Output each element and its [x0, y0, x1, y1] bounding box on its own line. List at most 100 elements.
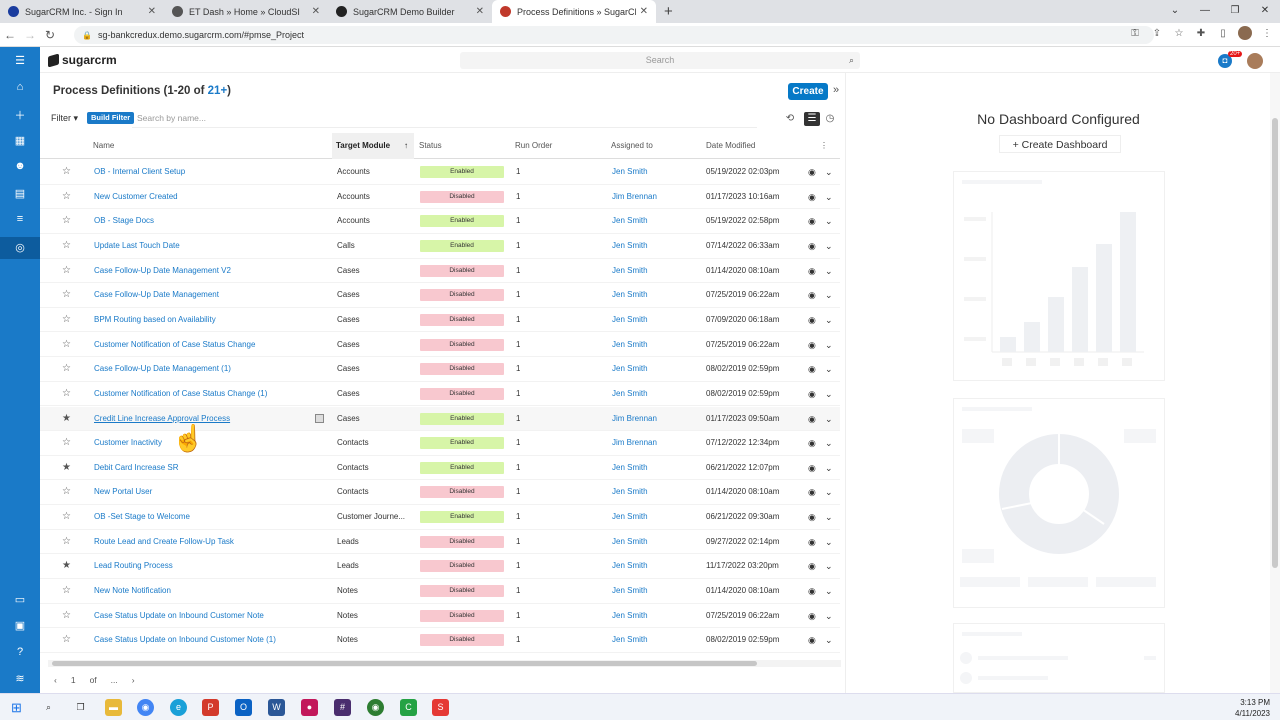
system-clock[interactable]: 3:13 PM 4/11/2023 — [1235, 697, 1270, 719]
assigned-user-link[interactable]: Jen Smith — [612, 554, 648, 578]
create-dashboard-button[interactable]: + Create Dashboard — [999, 135, 1121, 153]
preview-eye-icon[interactable]: ◉ — [808, 283, 816, 307]
page-number[interactable]: 1 — [71, 675, 76, 685]
table-row[interactable]: ☆ Case Follow-Up Date Management V2 Cases D… — [40, 259, 840, 284]
row-actions-chevron-icon[interactable]: ⌄ — [825, 407, 833, 431]
column-header-assigned-to[interactable]: Assigned to — [607, 133, 701, 159]
page-vertical-scrollbar[interactable] — [1270, 73, 1280, 693]
restore-button[interactable]: ❐ — [1220, 0, 1250, 22]
preview-eye-icon[interactable]: ◉ — [808, 308, 816, 332]
url-field[interactable]: 🔒 sg-bankcredux.demo.sugarcrm.com/#pmse_… — [74, 26, 1154, 44]
word-icon[interactable]: W — [268, 699, 285, 716]
row-actions-chevron-icon[interactable]: ⌄ — [825, 185, 833, 209]
assigned-user-link[interactable]: Jen Smith — [612, 480, 648, 504]
star-outline-icon[interactable]: ☆ — [62, 431, 71, 455]
list-view-icon[interactable]: ☰ — [804, 112, 820, 126]
help-icon[interactable]: ? — [0, 646, 40, 658]
row-actions-chevron-icon[interactable]: ⌄ — [825, 333, 833, 357]
column-header-run-order[interactable]: Run Order — [511, 133, 606, 159]
filter-dropdown[interactable]: Filter ▾ — [51, 113, 78, 124]
table-row[interactable]: ☆ Case Status Update on Inbound Customer … — [40, 628, 840, 653]
tab-close-icon[interactable]: ✕ — [640, 6, 648, 17]
process-name-link[interactable]: Customer Notification of Case Status Cha… — [94, 333, 314, 357]
preview-eye-icon[interactable]: ◉ — [808, 628, 816, 652]
tab-search-icon[interactable]: ⌄ — [1160, 0, 1190, 22]
row-actions-chevron-icon[interactable]: ⌄ — [825, 382, 833, 406]
row-actions-chevron-icon[interactable]: ⌄ — [825, 604, 833, 628]
expand-panel-icon[interactable]: » — [833, 84, 839, 96]
taskbar-search-icon[interactable]: ⌕ — [40, 699, 57, 716]
back-icon[interactable]: ← — [0, 28, 20, 42]
table-row[interactable]: ★ Lead Routing Process Leads Disabled 1 Jen S… — [40, 554, 840, 579]
star-outline-icon[interactable]: ☆ — [62, 209, 71, 233]
table-row[interactable]: ☆ Update Last Touch Date Calls Enabled 1 Jen … — [40, 234, 840, 259]
table-row[interactable]: ☆ OB - Stage Docs Accounts Enabled 1 Jen Smit… — [40, 209, 840, 234]
filter-nav-icon[interactable]: ≡ — [0, 213, 40, 225]
star-outline-icon[interactable]: ☆ — [62, 333, 71, 357]
browser-tab[interactable]: SugarCRM Inc. - Sign In ✕ — [0, 0, 164, 23]
column-header-target-module[interactable]: Target Module ↑ — [332, 133, 414, 159]
star-outline-icon[interactable]: ☆ — [62, 382, 71, 406]
process-name-link[interactable]: Case Follow-Up Date Management (1) — [94, 357, 314, 381]
row-actions-chevron-icon[interactable]: ⌄ — [825, 357, 833, 381]
forward-icon[interactable]: → — [20, 28, 40, 42]
preview-eye-icon[interactable]: ◉ — [808, 480, 816, 504]
process-name-link[interactable]: New Customer Created — [94, 185, 314, 209]
assigned-user-link[interactable]: Jen Smith — [612, 283, 648, 307]
hamburger-icon[interactable]: ☰ — [0, 54, 40, 67]
preview-eye-icon[interactable]: ◉ — [808, 431, 816, 455]
star-outline-icon[interactable]: ☆ — [62, 505, 71, 529]
table-row[interactable]: ☆ New Note Notification Notes Disabled 1 Jen … — [40, 579, 840, 604]
preview-eye-icon[interactable]: ◉ — [808, 160, 816, 184]
table-row[interactable]: ☆ BPM Routing based on Availability Cases D… — [40, 308, 840, 333]
share-icon[interactable]: ⇪ — [1150, 28, 1164, 39]
notes-icon[interactable]: ▭ — [0, 593, 40, 606]
assigned-user-link[interactable]: Jen Smith — [612, 456, 648, 480]
table-row[interactable]: ☆ Case Status Update on Inbound Customer … — [40, 604, 840, 629]
process-name-link[interactable]: BPM Routing based on Availability — [94, 308, 314, 332]
snagit-icon[interactable]: S — [432, 699, 449, 716]
preview-eye-icon[interactable]: ◉ — [808, 185, 816, 209]
star-filled-icon[interactable]: ★ — [62, 554, 71, 578]
assigned-user-link[interactable]: Jen Smith — [612, 505, 648, 529]
contacts-icon[interactable]: ☻ — [0, 160, 40, 172]
process-name-link[interactable]: Case Follow-Up Date Management V2 — [94, 259, 314, 283]
table-row[interactable]: ☆ New Portal User Contacts Disabled 1 Jen Smi… — [40, 480, 840, 506]
preview-eye-icon[interactable]: ◉ — [808, 234, 816, 258]
process-name-link[interactable]: Case Follow-Up Date Management — [94, 283, 314, 307]
process-name-link[interactable]: OB - Stage Docs — [94, 209, 314, 233]
browser-tab[interactable]: Process Definitions » SugarCRM ✕ — [492, 0, 656, 23]
column-options-icon[interactable]: ⋮ — [816, 133, 828, 159]
table-row[interactable]: ☆ Case Follow-Up Date Management (1) Cases… — [40, 357, 840, 382]
row-actions-chevron-icon[interactable]: ⌄ — [825, 283, 833, 307]
table-row[interactable]: ☆ OB - Internal Client Setup Accounts Enabl… — [40, 160, 840, 185]
file-explorer-icon[interactable]: ▬ — [105, 699, 122, 716]
row-actions-chevron-icon[interactable]: ⌄ — [825, 259, 833, 283]
preview-eye-icon[interactable]: ◉ — [808, 579, 816, 603]
assigned-user-link[interactable]: Jen Smith — [612, 357, 648, 381]
row-actions-chevron-icon[interactable]: ⌄ — [825, 505, 833, 529]
preview-eye-icon[interactable]: ◉ — [808, 530, 816, 554]
star-outline-icon[interactable]: ☆ — [62, 357, 71, 381]
preview-eye-icon[interactable]: ◉ — [808, 259, 816, 283]
extensions-icon[interactable]: ✚ — [1194, 28, 1208, 39]
table-row[interactable]: ★ Credit Line Increase Approval Process Ca… — [40, 406, 840, 432]
record-app-icon[interactable]: ● — [301, 699, 318, 716]
table-row[interactable]: ☆ Customer Notification of Case Status Ch… — [40, 382, 840, 407]
assigned-user-link[interactable]: Jen Smith — [612, 604, 648, 628]
star-outline-icon[interactable]: ☆ — [62, 259, 71, 283]
dashboard-icon[interactable]: ▦ — [0, 134, 40, 147]
preview-eye-icon[interactable]: ◉ — [808, 505, 816, 529]
column-header-date-modified[interactable]: Date Modified — [702, 133, 797, 159]
process-definitions-icon[interactable]: ◎ — [0, 237, 40, 259]
quick-create-icon[interactable]: ＋ — [0, 107, 40, 123]
row-actions-chevron-icon[interactable]: ⌄ — [825, 160, 833, 184]
refresh-icon[interactable]: ⟲ — [782, 112, 798, 126]
assigned-user-link[interactable]: Jim Brennan — [612, 431, 657, 455]
pdf-icon[interactable]: P — [202, 699, 219, 716]
page-scrollbar-thumb[interactable] — [1272, 118, 1278, 568]
key-icon[interactable]: ⚿ — [1128, 28, 1142, 39]
preview-eye-icon[interactable]: ◉ — [808, 209, 816, 233]
row-actions-chevron-icon[interactable]: ⌄ — [825, 456, 833, 480]
filter-search-input[interactable]: Search by name... — [137, 113, 206, 123]
